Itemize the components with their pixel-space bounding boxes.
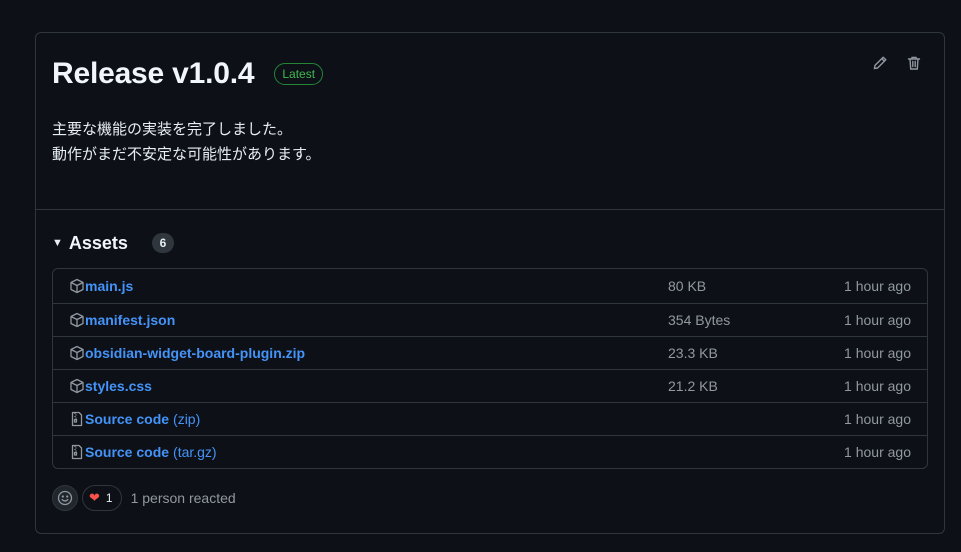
asset-row: styles.css 21.2 KB 1 hour ago xyxy=(53,369,927,402)
asset-size: 21.2 KB xyxy=(668,378,718,394)
release-title[interactable]: Release v1.0.4 xyxy=(52,57,255,91)
heart-icon: ❤ xyxy=(89,490,100,505)
asset-row: main.js 80 KB 1 hour ago xyxy=(53,269,927,303)
latest-badge: Latest xyxy=(274,63,324,85)
package-icon xyxy=(69,345,85,361)
asset-name-cell: obsidian-widget-board-plugin.zip xyxy=(69,345,668,361)
reactions-bar: ❤ 1 1 person reacted xyxy=(52,485,928,511)
assets-section: ▼ Assets 6 main.js 80 KB 1 hour ago mani… xyxy=(36,210,944,511)
release-note-line: 動作がまだ不安定な可能性があります。 xyxy=(52,146,321,163)
triangle-down-icon: ▼ xyxy=(52,237,63,249)
asset-time: 1 hour ago xyxy=(844,411,911,427)
asset-name-cell: styles.css xyxy=(69,378,668,394)
asset-format[interactable]: (tar.gz) xyxy=(173,444,217,460)
trash-icon xyxy=(907,56,921,70)
heart-reaction-button[interactable]: ❤ 1 xyxy=(82,485,122,511)
asset-link[interactable]: main.js xyxy=(85,278,133,294)
delete-button[interactable] xyxy=(904,53,924,73)
asset-link[interactable]: styles.css xyxy=(85,378,152,394)
asset-name-cell: main.js xyxy=(69,278,668,294)
asset-name-cell: manifest.json xyxy=(69,312,668,328)
asset-row: Source code (zip) 1 hour ago xyxy=(53,402,927,435)
package-icon xyxy=(69,312,85,328)
release-note-line: 主要な機能の実装を完了しました。 xyxy=(52,121,293,138)
asset-time: 1 hour ago xyxy=(844,378,911,394)
header-actions xyxy=(870,53,924,73)
asset-link[interactable]: manifest.json xyxy=(85,312,175,328)
package-icon xyxy=(69,278,85,294)
asset-row: manifest.json 354 Bytes 1 hour ago xyxy=(53,303,927,336)
assets-title: Assets xyxy=(68,232,128,253)
file-zip-icon xyxy=(69,411,85,427)
title-row: Release v1.0.4 Latest xyxy=(52,57,928,91)
asset-time: 1 hour ago xyxy=(844,345,911,361)
asset-time: 1 hour ago xyxy=(844,312,911,328)
asset-link[interactable]: Source code xyxy=(85,411,169,427)
assets-toggle[interactable]: ▼ Assets 6 xyxy=(52,230,928,256)
asset-size: 23.3 KB xyxy=(668,345,718,361)
file-zip-icon xyxy=(69,444,85,460)
asset-row: obsidian-widget-board-plugin.zip 23.3 KB… xyxy=(53,336,927,369)
asset-name-cell: Source code (zip) xyxy=(69,411,668,427)
asset-name-cell: Source code (tar.gz) xyxy=(69,444,668,460)
reaction-summary: 1 person reacted xyxy=(130,490,236,506)
edit-button[interactable] xyxy=(870,53,890,73)
asset-row: Source code (tar.gz) 1 hour ago xyxy=(53,435,927,468)
package-icon xyxy=(69,378,85,394)
heart-reaction-count: 1 xyxy=(105,491,113,505)
assets-count-badge: 6 xyxy=(151,233,174,253)
assets-list: main.js 80 KB 1 hour ago manifest.json 3… xyxy=(52,268,928,469)
asset-time: 1 hour ago xyxy=(844,444,911,460)
asset-time: 1 hour ago xyxy=(844,278,911,294)
release-card: Release v1.0.4 Latest 主要な機能の実装を完了しました。 動… xyxy=(35,32,945,534)
smiley-icon xyxy=(57,490,73,506)
asset-size: 80 KB xyxy=(668,278,707,294)
asset-size: 354 Bytes xyxy=(668,312,731,328)
asset-link[interactable]: Source code xyxy=(85,444,169,460)
add-reaction-button[interactable] xyxy=(52,485,78,511)
pencil-icon xyxy=(873,56,887,70)
asset-format[interactable]: (zip) xyxy=(173,411,200,427)
asset-link[interactable]: obsidian-widget-board-plugin.zip xyxy=(85,345,305,361)
release-notes: 主要な機能の実装を完了しました。 動作がまだ不安定な可能性があります。 xyxy=(52,117,928,167)
release-header: Release v1.0.4 Latest 主要な機能の実装を完了しました。 動… xyxy=(36,33,944,210)
